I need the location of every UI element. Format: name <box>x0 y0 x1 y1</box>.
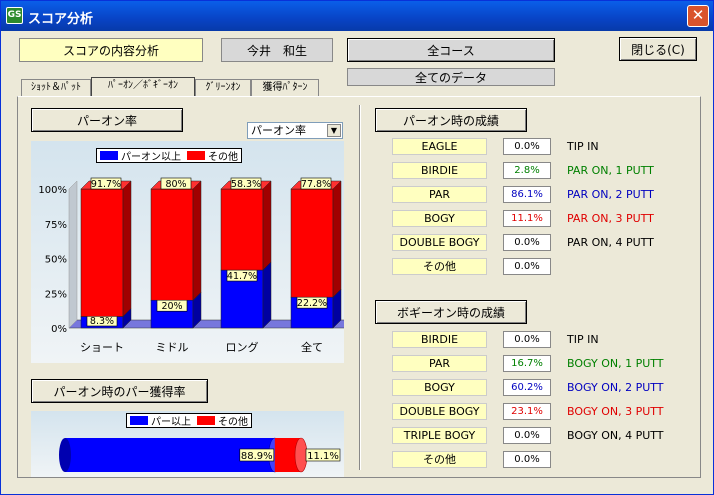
title-bar[interactable]: GS スコア分析 ✕ <box>1 1 713 31</box>
result-label: BOGY <box>392 379 487 396</box>
chevron-down-icon[interactable]: ▼ <box>327 124 341 137</box>
result-label: BIRDIE <box>392 162 487 179</box>
bogey-on-results-button[interactable]: ボギーオン時の成績 <box>375 300 527 324</box>
result-value: 11.1% <box>503 210 551 227</box>
result-description: BOGY ON, 4 PUTT <box>567 429 664 442</box>
result-description: PAR ON, 1 PUTT <box>567 164 654 177</box>
data-label: 77.8% <box>301 179 331 190</box>
result-description: TIP IN <box>567 333 599 346</box>
data-label: 41.7% <box>227 271 257 282</box>
course-select-button[interactable]: 全コース <box>347 38 555 62</box>
bar-side <box>262 261 272 329</box>
result-value: 0.0% <box>503 427 551 444</box>
bar-side <box>122 180 132 318</box>
result-label: PAR <box>392 186 487 203</box>
cylinder-end <box>294 437 308 473</box>
par-on-rate-button[interactable]: パーオン率 <box>31 108 183 132</box>
tab-par-on-bogey-on[interactable]: ﾊﾟｰｵﾝ／ﾎﾞｷﾞｰｵﾝ <box>91 77 195 97</box>
result-label: BIRDIE <box>392 331 487 348</box>
y-tick-label: 0% <box>51 324 67 335</box>
tab-gain-pattern[interactable]: 獲得ﾊﾟﾀｰﾝ <box>251 79 319 96</box>
result-description: PAR ON, 3 PUTT <box>567 212 654 225</box>
dropdown-value: パーオン率 <box>251 124 306 137</box>
result-label: その他 <box>392 451 487 468</box>
result-value: 0.0% <box>503 451 551 468</box>
bar-segment <box>290 188 334 298</box>
bar-segment <box>80 188 124 317</box>
score-analysis-window: GS スコア分析 ✕ スコアの内容分析 今井 和生 全コース 全てのデータ 閉じ… <box>0 0 714 495</box>
chart-wall <box>68 180 78 329</box>
data-label: 20% <box>161 301 182 312</box>
x-category-label: ミドル <box>156 341 189 354</box>
tab-green-on[interactable]: ｸﾞﾘｰﾝｵﾝ <box>195 79 251 96</box>
result-label: DOUBLE BOGY <box>392 234 487 251</box>
data-label: 58.3% <box>231 179 261 190</box>
data-label: 8.3% <box>90 316 114 327</box>
result-value: 0.0% <box>503 258 551 275</box>
x-category-label: ロング <box>226 340 259 354</box>
chart-type-dropdown[interactable]: パーオン率 ▼ <box>247 122 343 139</box>
window-title: スコア分析 <box>28 12 94 27</box>
result-value: 2.8% <box>503 162 551 179</box>
result-label: その他 <box>392 258 487 275</box>
result-value: 60.2% <box>503 379 551 396</box>
y-tick-label: 100% <box>38 185 67 196</box>
x-category-label: 全て <box>301 340 323 354</box>
result-description: BOGY ON, 3 PUTT <box>567 405 664 418</box>
data-select-label[interactable]: 全てのデータ <box>347 68 555 86</box>
result-description: BOGY ON, 1 PUTT <box>567 357 664 370</box>
window-close-button[interactable]: ✕ <box>687 5 709 27</box>
result-description: PAR ON, 4 PUTT <box>567 236 654 249</box>
data-label: 22.2% <box>297 298 327 309</box>
cylinder-cap <box>59 438 71 472</box>
app-icon: GS <box>6 7 23 24</box>
result-description: TIP IN <box>567 140 599 153</box>
result-description: BOGY ON, 2 PUTT <box>567 381 664 394</box>
bar-side <box>192 180 202 301</box>
par-rate-button[interactable]: パーオン時のパー獲得率 <box>31 379 208 403</box>
result-label: EAGLE <box>392 138 487 155</box>
analysis-label: スコアの内容分析 <box>19 38 203 62</box>
par-on-bar-chart: 100% 75% 50% 25% 0% 8.3% 91.7% ショート 20% 80% ミドル 41.… <box>38 177 344 354</box>
result-value: 0.0% <box>503 234 551 251</box>
y-tick-label: 25% <box>45 289 67 300</box>
bar-segment <box>150 188 194 301</box>
x-category-label: ショート <box>80 341 124 354</box>
result-label: DOUBLE BOGY <box>392 403 487 420</box>
player-name: 今井 和生 <box>221 38 333 62</box>
result-label: TRIPLE BOGY <box>392 427 487 444</box>
result-value: 23.1% <box>503 403 551 420</box>
close-button[interactable]: 閉じる(C) <box>619 37 697 61</box>
bar-side <box>332 180 342 298</box>
data-label: 88.9% <box>241 451 273 462</box>
result-label: PAR <box>392 355 487 372</box>
panel-divider <box>359 105 361 470</box>
bar-side <box>262 180 272 271</box>
result-value: 0.0% <box>503 331 551 348</box>
result-description: PAR ON, 2 PUTT <box>567 188 654 201</box>
y-tick-label: 75% <box>45 220 67 231</box>
par-rate-bar-chart: 88.9% 11.1% <box>59 437 341 473</box>
result-label: BOGY <box>392 210 487 227</box>
par-on-results-button[interactable]: パーオン時の成績 <box>375 108 527 132</box>
result-value: 0.0% <box>503 138 551 155</box>
data-label: 80% <box>165 179 186 190</box>
result-value: 16.7% <box>503 355 551 372</box>
result-value: 86.1% <box>503 186 551 203</box>
y-tick-label: 50% <box>45 255 67 266</box>
data-label: 11.1% <box>307 451 339 462</box>
bar-segment <box>220 188 264 271</box>
data-label: 91.7% <box>91 179 121 190</box>
tab-shot-putt[interactable]: ｼｮｯﾄ＆ﾊﾟｯﾄ <box>21 79 91 96</box>
